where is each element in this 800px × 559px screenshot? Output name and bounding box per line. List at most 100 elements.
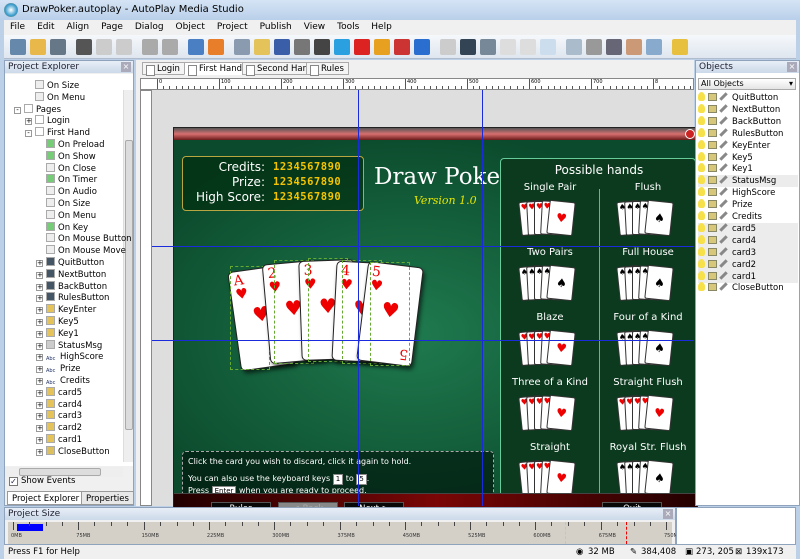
expand-toggle-icon[interactable]: + — [36, 319, 43, 326]
pin-icon[interactable] — [719, 223, 728, 232]
horizontal-guide[interactable] — [152, 340, 694, 341]
menu-tools[interactable]: Tools — [331, 20, 365, 32]
expand-toggle-icon[interactable]: + — [36, 307, 43, 315]
tab-login[interactable]: Login — [142, 62, 185, 76]
vertical-guide[interactable] — [482, 90, 483, 506]
object-list-item[interactable]: KeyEnter — [698, 139, 798, 152]
tab-project-explorer[interactable]: Project Explorer — [7, 491, 85, 505]
open-folder-icon[interactable] — [30, 39, 46, 55]
pin-icon[interactable] — [719, 199, 728, 208]
tree-item[interactable]: + card1 — [36, 434, 82, 446]
menu-publish[interactable]: Publish — [254, 20, 298, 32]
scrollbar-thumb[interactable] — [125, 140, 133, 430]
label-object-icon[interactable] — [274, 39, 290, 55]
input-object-icon[interactable] — [440, 39, 456, 55]
pin-icon[interactable] — [719, 211, 728, 220]
pencil-icon[interactable] — [672, 39, 688, 55]
tab-rules[interactable]: Rules — [306, 62, 349, 76]
visibility-bulb-icon[interactable] — [698, 270, 705, 280]
pin-icon[interactable] — [719, 127, 728, 137]
visibility-bulb-icon[interactable] — [698, 151, 705, 161]
quicktime-object-icon[interactable] — [334, 39, 350, 55]
pin-icon[interactable] — [719, 235, 728, 244]
menu-dialog[interactable]: Dialog — [129, 20, 170, 32]
cut-icon[interactable] — [76, 39, 92, 55]
menu-align[interactable]: Align — [61, 20, 96, 32]
object-list-item[interactable]: Prize — [698, 199, 798, 211]
expand-toggle-icon[interactable]: + — [25, 118, 32, 126]
radio-object-icon[interactable] — [480, 39, 496, 55]
object-list-item[interactable]: card2 — [698, 258, 798, 271]
close-icon[interactable]: × — [121, 62, 131, 72]
expand-toggle-icon[interactable]: + — [36, 354, 43, 362]
slideshow-object-icon[interactable] — [374, 39, 390, 55]
hotspot-object-icon[interactable] — [646, 39, 662, 55]
pin-icon[interactable] — [719, 163, 728, 173]
pin-icon[interactable] — [719, 258, 728, 268]
object-list-item[interactable]: card4 — [698, 234, 798, 247]
object-list-item[interactable]: StatusMsg — [698, 175, 798, 188]
lock-icon[interactable] — [708, 223, 717, 232]
menu-help[interactable]: Help — [365, 20, 398, 32]
lock-icon[interactable] — [708, 200, 717, 209]
pin-icon[interactable] — [719, 282, 728, 292]
visibility-bulb-icon[interactable] — [698, 222, 705, 232]
visibility-bulb-icon[interactable] — [698, 234, 705, 244]
expand-toggle-icon[interactable]: + — [36, 271, 43, 279]
object-list-item[interactable]: HighScore — [698, 187, 798, 199]
tree-item[interactable]: On Mouse Button — [46, 233, 132, 245]
publish-disc-icon[interactable] — [208, 39, 224, 55]
tree-item[interactable]: + Login — [25, 115, 70, 127]
close-button-icon[interactable] — [685, 129, 695, 139]
tree-item[interactable]: On Close — [46, 162, 96, 175]
preview-monitor-icon[interactable] — [188, 39, 204, 55]
visibility-bulb-icon[interactable] — [698, 211, 705, 220]
textfield-object-icon[interactable] — [500, 39, 516, 55]
object-list-item[interactable]: CloseButton — [698, 282, 798, 294]
tree-item[interactable]: + card4 — [36, 398, 82, 411]
visibility-bulb-icon[interactable] — [698, 175, 705, 185]
menu-view[interactable]: View — [298, 20, 331, 32]
paste-icon[interactable] — [116, 39, 132, 55]
vertical-scrollbar[interactable] — [123, 90, 133, 462]
lock-icon[interactable] — [708, 164, 717, 173]
pin-icon[interactable] — [719, 139, 728, 149]
lock-icon[interactable] — [708, 104, 717, 113]
pin-icon[interactable] — [719, 104, 728, 113]
menu-project[interactable]: Project — [211, 20, 254, 32]
menu-file[interactable]: File — [4, 20, 31, 32]
tree-item[interactable]: + Abc HighScore — [36, 351, 103, 363]
visibility-bulb-icon[interactable] — [698, 115, 705, 125]
close-icon[interactable]: × — [787, 62, 797, 72]
tree-item[interactable]: On Key — [46, 221, 88, 234]
lock-icon[interactable] — [708, 188, 717, 197]
expand-toggle-icon[interactable]: - — [25, 130, 32, 138]
expand-toggle-icon[interactable]: + — [36, 260, 43, 267]
expand-toggle-icon[interactable]: + — [36, 448, 43, 456]
pin-icon[interactable] — [719, 187, 728, 196]
project-tree[interactable]: On Size On Menu - Pages + Login - First Hand On … — [5, 74, 133, 466]
pin-icon[interactable] — [719, 151, 728, 161]
lock-icon[interactable] — [708, 283, 717, 292]
object-list-item[interactable]: Key1 — [698, 163, 798, 175]
object-list-item[interactable]: card1 — [698, 270, 798, 283]
object-list-item[interactable]: card5 — [698, 222, 798, 235]
pdf-object-icon[interactable] — [394, 39, 410, 55]
expand-toggle-icon[interactable]: + — [36, 378, 43, 385]
pin-icon[interactable] — [719, 116, 728, 125]
tree-item[interactable]: + BackButton — [36, 280, 107, 293]
expand-toggle-icon[interactable]: + — [36, 437, 43, 444]
tab-first-hand[interactable]: First Hand — [184, 62, 247, 76]
tree-item[interactable]: + Key1 — [36, 327, 79, 340]
objects-filter-dropdown[interactable]: All Objects ▾ — [698, 78, 796, 90]
expand-toggle-icon[interactable]: + — [36, 389, 43, 397]
expand-toggle-icon[interactable]: + — [36, 401, 43, 409]
tree-item[interactable]: + NextButton — [36, 268, 106, 281]
expand-toggle-icon[interactable]: + — [36, 283, 43, 291]
expand-toggle-icon[interactable]: - — [14, 106, 21, 114]
tree-item[interactable]: + QuitButton — [36, 257, 104, 269]
button-object-icon[interactable] — [234, 39, 250, 55]
expand-toggle-icon[interactable]: + — [36, 413, 43, 421]
tree-item[interactable]: + StatusMsg — [36, 339, 102, 352]
visibility-bulb-icon[interactable] — [698, 103, 705, 113]
